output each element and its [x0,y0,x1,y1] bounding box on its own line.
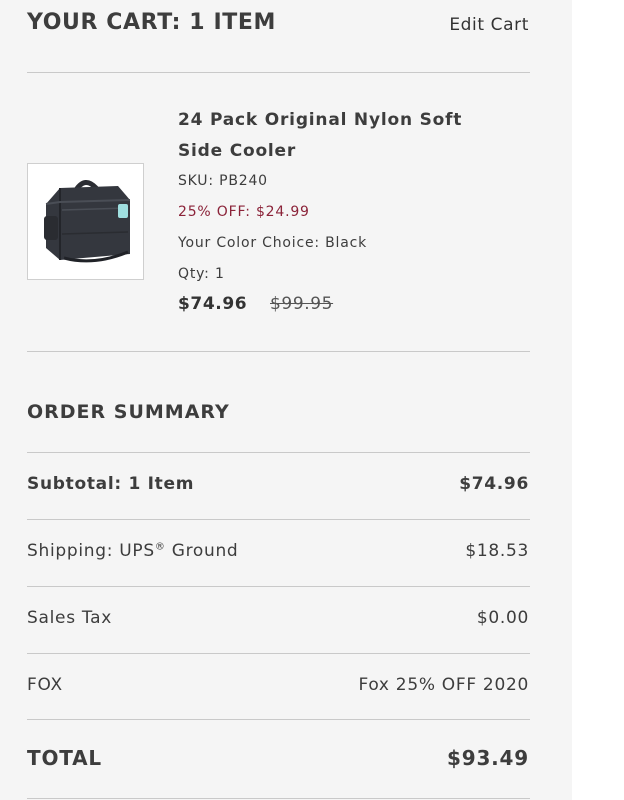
registered-mark: ® [154,541,166,553]
subtotal-label: Subtotal: 1 Item [27,474,195,494]
shipping-label-suffix: Ground [165,541,239,561]
item-divider [27,351,530,352]
product-quantity: Qty: 1 [178,266,225,282]
promo-code-value: Fox 25% OFF 2020 [358,675,529,695]
header-divider [27,72,530,73]
total-label: TOTAL [27,746,102,770]
shipping-divider [27,586,530,587]
promo-divider [27,719,530,720]
shipping-label-text: Shipping: UPS [27,541,155,561]
total-divider [27,798,530,799]
product-original-price: $99.95 [270,294,334,314]
product-thumbnail[interactable] [27,163,144,280]
cart-panel: YOUR CART: 1 ITEM Edit Cart 24 Pack Orig… [0,0,572,800]
edit-cart-link[interactable]: Edit Cart [449,15,529,35]
tax-row: Sales Tax $0.00 [27,608,529,638]
summary-divider [27,452,530,453]
total-row: TOTAL $93.49 [27,746,529,776]
cart-title: YOUR CART: 1 ITEM [27,10,276,35]
cooler-bag-image [38,174,133,269]
promo-row: FOX Fox 25% OFF 2020 [27,675,529,705]
product-color-choice: Your Color Choice: Black [178,235,367,251]
tax-value: $0.00 [476,608,529,628]
product-price: $74.96 [178,294,248,314]
shipping-row: Shipping: UPS® Ground $18.53 [27,541,529,571]
product-discount: 25% OFF: $24.99 [178,204,310,220]
subtotal-divider [27,519,530,520]
shipping-label: Shipping: UPS® Ground [27,541,238,561]
cart-header: YOUR CART: 1 ITEM Edit Cart [27,10,529,42]
subtotal-value: $74.96 [459,474,529,494]
order-summary-title: ORDER SUMMARY [27,401,230,423]
subtotal-row: Subtotal: 1 Item $74.96 [27,474,529,504]
product-sku: SKU: PB240 [178,173,268,189]
total-value: $93.49 [447,746,529,770]
promo-code-label: FOX [27,675,63,695]
tax-divider [27,653,530,654]
product-name[interactable]: 24 Pack Original Nylon Soft Side Cooler [178,105,508,167]
tax-label: Sales Tax [27,608,112,628]
shipping-value: $18.53 [465,541,529,561]
